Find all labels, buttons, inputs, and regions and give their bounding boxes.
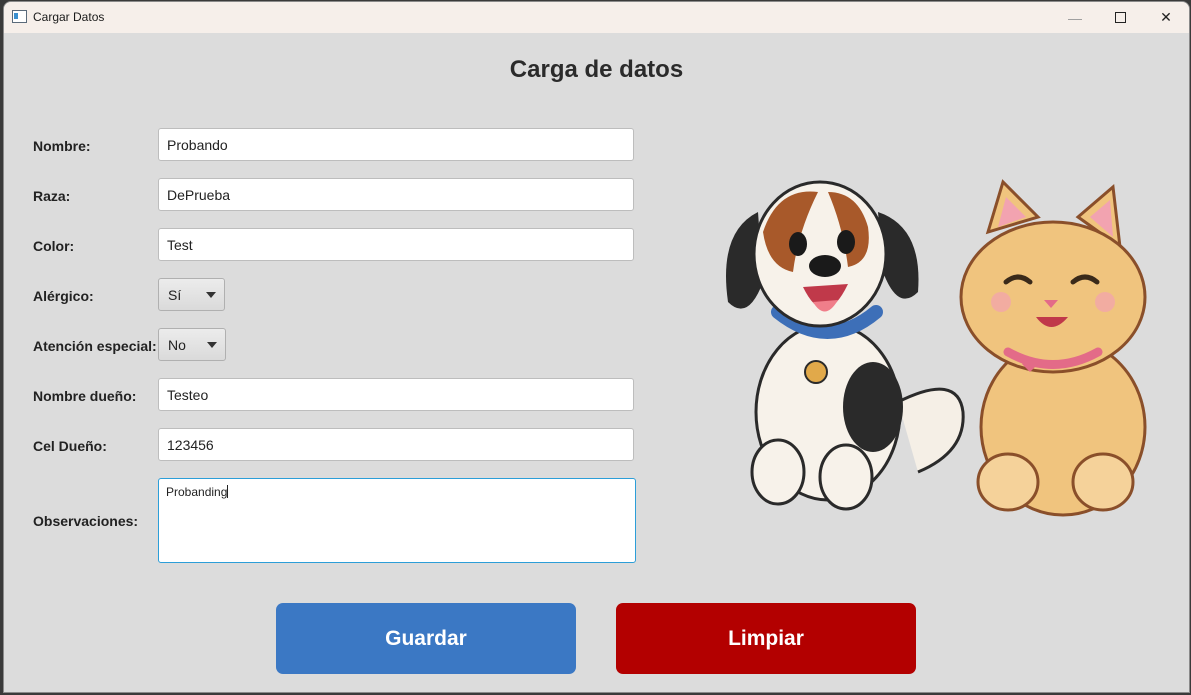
color-label: Color: (33, 238, 75, 254)
nombre-dueno-label: Nombre dueño: (33, 388, 137, 404)
dog-illustration (726, 180, 965, 511)
maximize-icon (1114, 12, 1126, 23)
window-title: Cargar Datos (33, 10, 105, 24)
app-window-icon (12, 10, 27, 23)
save-button[interactable]: Guardar (276, 603, 576, 674)
app-window: Cargar Datos — ✕ Carga de datos Nombre: … (3, 1, 1190, 693)
cel-dueno-label: Cel Dueño: (33, 438, 107, 454)
minimize-icon: — (1068, 9, 1082, 26)
clear-button[interactable]: Limpiar (616, 603, 916, 674)
nombre-dueno-input[interactable]: Testeo (158, 378, 634, 411)
text-cursor (227, 485, 229, 498)
atencion-value: No (168, 336, 186, 353)
maximize-button[interactable] (1097, 2, 1143, 33)
nombre-input[interactable]: Probando (158, 128, 634, 161)
observaciones-text: Probanding (166, 485, 228, 499)
cat-illustration (959, 179, 1147, 517)
nombre-label: Nombre: (33, 138, 91, 154)
alergico-select[interactable]: Sí (158, 278, 225, 311)
color-input[interactable]: Test (158, 228, 634, 261)
close-icon: ✕ (1160, 9, 1172, 25)
dog-cat-illustration (726, 179, 1147, 517)
title-bar[interactable]: Cargar Datos — ✕ (4, 2, 1189, 33)
raza-label: Raza: (33, 188, 71, 204)
close-button[interactable]: ✕ (1143, 2, 1189, 33)
chevron-down-icon (207, 342, 217, 348)
raza-input[interactable]: DePrueba (158, 178, 634, 211)
cel-dueno-input[interactable]: 123456 (158, 428, 634, 461)
minimize-button[interactable]: — (1052, 2, 1098, 33)
alergico-value: Sí (168, 286, 182, 303)
observaciones-label: Observaciones: (33, 513, 139, 529)
observaciones-textarea[interactable]: Probanding (158, 478, 636, 563)
page-title: Carga de datos (509, 56, 684, 83)
atencion-select[interactable]: No (158, 328, 226, 361)
alergico-label: Alérgico: (33, 288, 94, 304)
chevron-down-icon (206, 292, 216, 298)
atencion-label: Atención especial: (33, 338, 157, 354)
